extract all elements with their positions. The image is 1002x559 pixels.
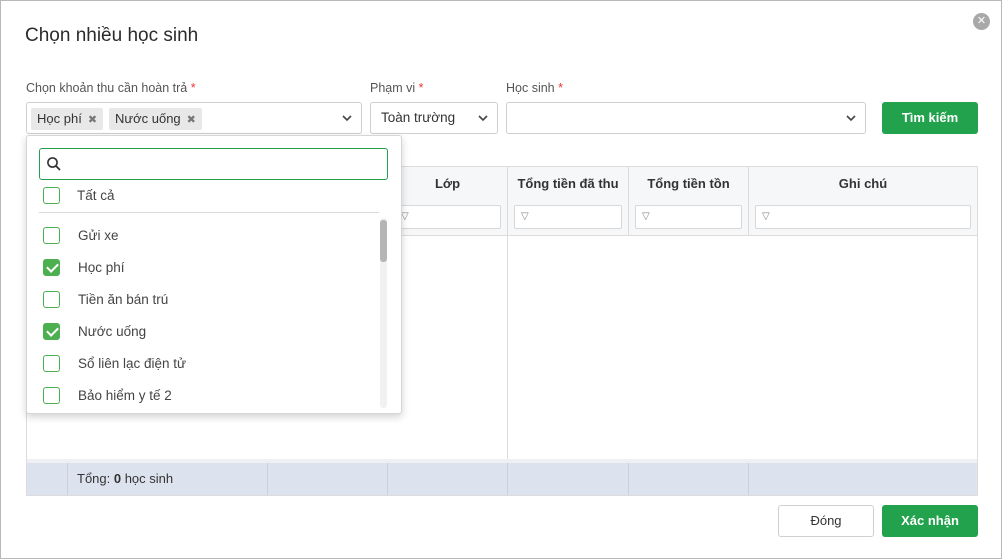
column-ghi-chu: Ghi chú ▽ (748, 167, 977, 236)
required-mark: * (190, 81, 196, 95)
footer-cell (628, 463, 629, 495)
tag-label: Học phí (37, 111, 82, 126)
checkbox-icon[interactable] (43, 355, 60, 372)
scrollbar-thumb[interactable] (380, 220, 387, 262)
column-header-label: Tổng tiền đã thu (517, 176, 619, 191)
total-students: Tổng: 0 học sinh (77, 471, 173, 486)
confirm-button[interactable]: Xác nhận (882, 505, 978, 537)
pham-vi-select[interactable]: Toàn trường (370, 102, 498, 134)
hoc-sinh-label-text: Học sinh (506, 81, 555, 95)
pham-vi-value: Toàn trường (381, 110, 456, 125)
option-bao-hiem-y-te-2[interactable]: Bảo hiểm y tế 2 (43, 385, 373, 407)
funnel-icon: ▽ (401, 211, 409, 222)
footer-cell (748, 463, 749, 495)
footer-cell (67, 463, 68, 495)
checkbox-icon[interactable] (43, 387, 60, 404)
dropdown-search-input[interactable] (39, 148, 388, 180)
option-label: Nước uống (78, 324, 147, 339)
close-icon[interactable]: ✕ (973, 13, 990, 30)
checkbox-checked-icon[interactable] (43, 259, 60, 276)
khoan-thu-label-text: Chọn khoản thu cần hoàn trả (26, 81, 188, 95)
hoc-sinh-label: Học sinh * (506, 81, 563, 95)
option-gui-xe[interactable]: Gửi xe (43, 225, 373, 247)
column-filter-input[interactable]: ▽ (514, 205, 622, 229)
option-label: Sổ liên lạc điện tử (78, 356, 187, 371)
checkbox-icon[interactable] (43, 227, 60, 244)
checkbox-icon[interactable] (43, 291, 60, 308)
tag-hoc-phi: Học phí ✖ (31, 108, 104, 130)
footer-cell (267, 463, 268, 495)
khoan-thu-multiselect[interactable]: Học phí ✖ Nước uống ✖ (26, 102, 362, 134)
option-label: Học phí (78, 260, 125, 275)
required-mark: * (558, 81, 563, 95)
option-so-lien-lac-dien-tu[interactable]: Sổ liên lạc điện tử (43, 353, 373, 375)
chevron-down-icon[interactable] (845, 112, 857, 124)
option-hoc-phi[interactable]: Học phí (43, 257, 373, 279)
footer-cell (387, 463, 388, 495)
tag-remove-icon[interactable]: ✖ (187, 114, 196, 126)
dialog-title: Chọn nhiều học sinh (25, 25, 199, 46)
funnel-icon: ▽ (762, 211, 770, 222)
footer-cell (507, 463, 508, 495)
close-button[interactable]: Đóng (778, 505, 874, 537)
column-header-label: Lớp (434, 176, 461, 191)
chevron-down-icon[interactable] (477, 112, 489, 124)
column-filter-input[interactable]: ▽ (755, 205, 971, 229)
tag-label: Nước uống (115, 111, 181, 126)
funnel-icon: ▽ (521, 211, 529, 222)
option-label: Tất cả (77, 188, 115, 203)
tag-remove-icon[interactable]: ✖ (88, 114, 97, 126)
column-header-label: Tổng tiền tồn (647, 176, 730, 191)
option-label: Bảo hiểm y tế 2 (78, 388, 172, 403)
divider (39, 212, 379, 213)
required-mark: * (418, 81, 424, 95)
khoan-thu-label: Chọn khoản thu cần hoàn trả * (26, 81, 196, 95)
column-header-label: Ghi chú (838, 176, 888, 191)
funnel-icon: ▽ (642, 211, 650, 222)
total-count: 0 (113, 471, 122, 486)
chevron-down-icon[interactable] (341, 112, 353, 124)
search-icon (47, 157, 61, 171)
total-prefix: Tổng: (77, 471, 114, 486)
column-filter-input[interactable]: ▽ (394, 205, 501, 229)
dropdown-scrollbar[interactable] (380, 218, 387, 408)
column-tong-tien-da-thu: Tổng tiền đã thu ▽ (507, 167, 628, 236)
checkbox-icon[interactable] (43, 187, 60, 204)
tag-nuoc-uong: Nước uống ✖ (109, 108, 202, 130)
grid-footer: Tổng: 0 học sinh (27, 459, 977, 495)
column-tong-tien-ton: Tổng tiền tồn ▽ (628, 167, 748, 236)
choose-students-dialog: Chọn nhiều học sinh ✕ Chọn khoản thu cần… (0, 0, 1002, 559)
option-tien-an-ban-tru[interactable]: Tiền ăn bán trú (43, 289, 373, 311)
option-label: Tiền ăn bán trú (78, 292, 169, 307)
checkbox-checked-icon[interactable] (43, 323, 60, 340)
search-button[interactable]: Tìm kiếm (882, 102, 978, 134)
column-divider (507, 236, 508, 459)
column-lop: Lớp ▽ (387, 167, 507, 236)
option-nuoc-uong[interactable]: Nước uống (43, 321, 373, 343)
option-label: Gửi xe (78, 228, 119, 243)
option-select-all[interactable]: Tất cả (43, 185, 373, 207)
hoc-sinh-select[interactable] (506, 102, 866, 134)
total-suffix: học sinh (121, 471, 174, 486)
khoan-thu-dropdown: Tất cả Gửi xe Học phí Tiền ăn bán trú Nư… (26, 135, 402, 414)
pham-vi-label: Phạm vi * (370, 81, 424, 95)
column-filter-input[interactable]: ▽ (635, 205, 742, 229)
pham-vi-label-text: Phạm vi (370, 81, 416, 95)
